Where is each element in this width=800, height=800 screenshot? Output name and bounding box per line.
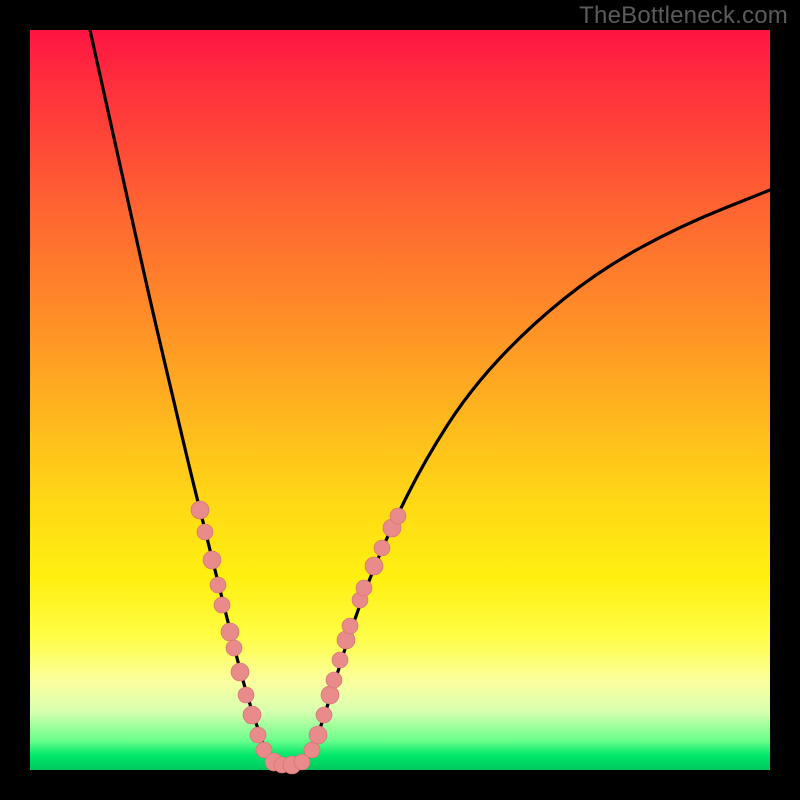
data-marker: [365, 557, 383, 575]
data-marker: [214, 597, 230, 613]
watermark-text: TheBottleneck.com: [579, 2, 788, 30]
data-marker: [221, 623, 239, 641]
data-marker: [191, 501, 209, 519]
data-marker: [304, 742, 320, 758]
plot-area: [30, 30, 770, 770]
data-marker: [374, 540, 390, 556]
curve-right-branch: [308, 190, 770, 758]
data-marker: [210, 577, 226, 593]
data-marker: [390, 508, 406, 524]
chart-frame: TheBottleneck.com: [0, 0, 800, 800]
data-marker: [243, 706, 261, 724]
data-marker: [321, 686, 339, 704]
data-marker: [197, 524, 213, 540]
data-marker: [342, 618, 358, 634]
data-marker: [250, 727, 266, 743]
data-markers: [191, 501, 406, 774]
data-marker: [231, 663, 249, 681]
data-marker: [316, 707, 332, 723]
curve-svg: [30, 30, 770, 770]
bottleneck-curve: [90, 30, 770, 767]
data-marker: [326, 672, 342, 688]
data-marker: [309, 726, 327, 744]
data-marker: [226, 640, 242, 656]
data-marker: [203, 551, 221, 569]
data-marker: [238, 687, 254, 703]
data-marker: [332, 652, 348, 668]
data-marker: [356, 580, 372, 596]
